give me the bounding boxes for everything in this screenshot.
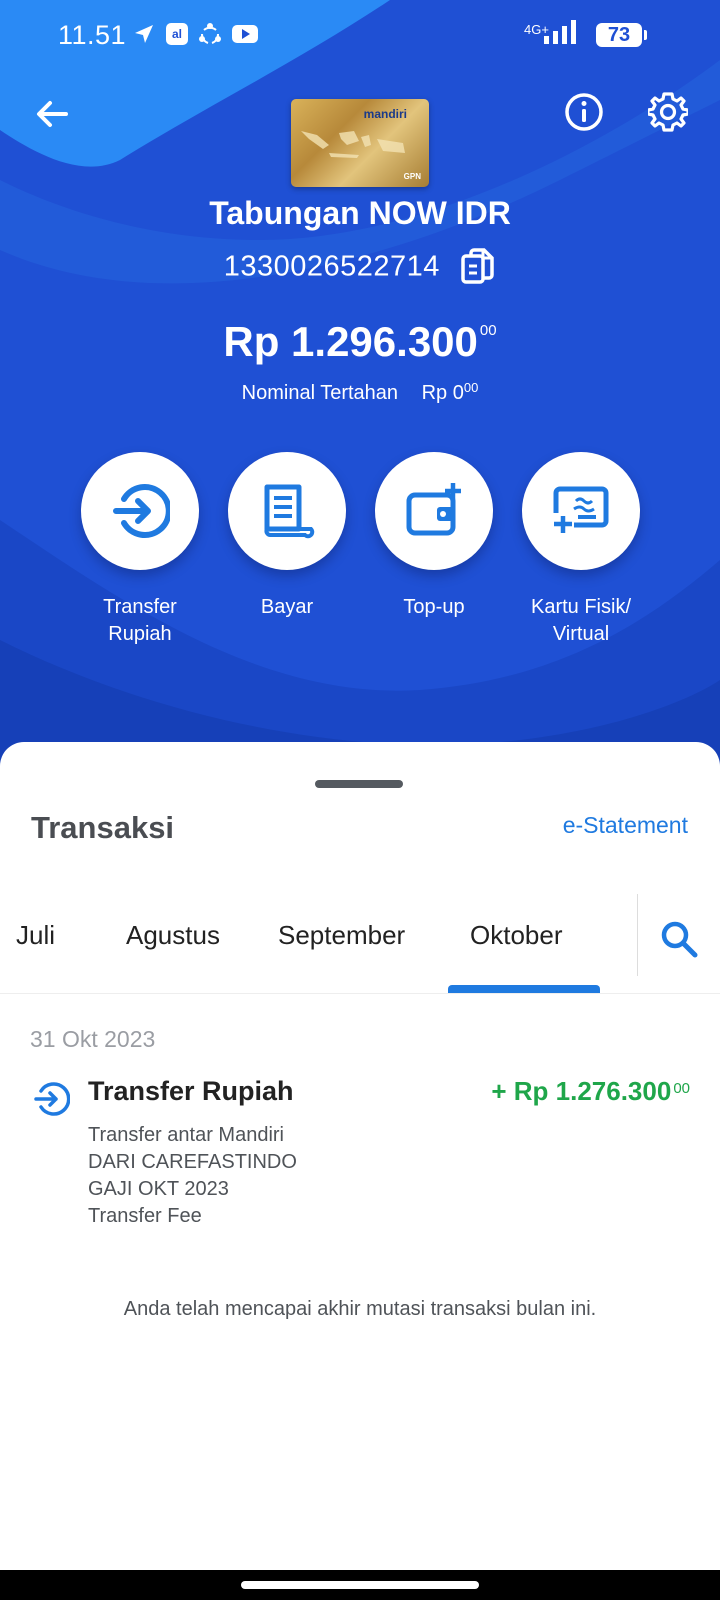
- action-circle[interactable]: [522, 452, 640, 570]
- gear-icon[interactable]: [648, 92, 688, 132]
- action-bayar[interactable]: Bayar: [212, 452, 362, 621]
- balance-cents: 00: [479, 322, 497, 339]
- status-bar: 11.51 al 4G+ 73: [0, 0, 720, 72]
- sync-icon: [199, 23, 221, 44]
- action-circle[interactable]: [228, 452, 346, 570]
- description-line: DARI CAREFASTINDO: [88, 1151, 297, 1173]
- card-add-icon: [552, 486, 609, 535]
- battery-indicator: 73: [596, 22, 647, 47]
- action-label: Top-up: [403, 596, 465, 618]
- info-icon[interactable]: [564, 92, 604, 132]
- tab-agustus[interactable]: Agustus: [126, 920, 220, 951]
- wallet-topup-icon: [406, 483, 461, 536]
- action-circle[interactable]: [81, 452, 199, 570]
- active-tab-indicator: [448, 985, 600, 993]
- debit-card-image: mandiri GPN: [291, 99, 429, 187]
- copy-icon[interactable]: [460, 248, 496, 286]
- location-arrow-icon: [135, 25, 153, 43]
- transaction-title: Transfer Rupiah: [88, 1076, 294, 1106]
- action-top-up[interactable]: Top-up: [359, 452, 509, 621]
- transaction-description: Transfer antar Mandiri DARI CAREFASTINDO…: [88, 1122, 297, 1230]
- status-time: 11.51: [58, 20, 127, 50]
- indonesia-map-graphic: [301, 131, 405, 158]
- transfer-icon: [34, 1082, 70, 1116]
- tab-divider: [637, 894, 638, 976]
- end-of-list-note: Anda telah mencapai akhir mutasi transak…: [123, 1298, 597, 1320]
- signal-icon: [544, 20, 576, 44]
- account-name: Tabungan NOW IDR: [209, 195, 511, 231]
- system-navigation-bar: [0, 1570, 720, 1600]
- action-label: Transfer Rupiah: [103, 596, 177, 645]
- tab-september[interactable]: September: [278, 920, 405, 951]
- youtube-icon: [232, 25, 258, 43]
- sheet-drag-handle[interactable]: [315, 780, 403, 788]
- home-gesture-pill[interactable]: [241, 1581, 479, 1589]
- transactions-sheet: Transaksi e-Statement Juli Agustus Septe…: [0, 742, 720, 1600]
- transaction-date: 31 Okt 2023: [30, 1026, 156, 1052]
- action-kartu-fisik-virtual[interactable]: Kartu Fisik/ Virtual: [506, 452, 656, 648]
- account-header: 11.51 al 4G+ 73 mandiri GPN Tabungan NOW…: [0, 0, 720, 770]
- amount-cents: 00: [673, 1080, 690, 1097]
- e-statement-link[interactable]: e-Statement: [563, 812, 688, 839]
- held-label: Nominal Tertahan: [241, 382, 399, 404]
- action-transfer-rupiah[interactable]: Transfer Rupiah: [65, 452, 215, 648]
- app-notification-icon: al: [166, 23, 188, 45]
- transaction-amount: + Rp 1.276.300 00: [491, 1076, 690, 1107]
- card-brand-logo: mandiri: [363, 107, 407, 121]
- amount-value: + Rp 1.276.300: [491, 1076, 672, 1106]
- search-icon[interactable]: [660, 920, 698, 958]
- tab-oktober[interactable]: Oktober: [470, 920, 563, 951]
- description-line: GAJI OKT 2023: [88, 1178, 229, 1200]
- tabs-divider: [0, 993, 720, 994]
- account-number: 1330026522714: [223, 250, 440, 283]
- sheet-title: Transaksi: [31, 810, 175, 845]
- tab-juli[interactable]: Juli: [16, 920, 55, 951]
- card-network-logo: GPN: [403, 172, 421, 181]
- back-arrow-icon[interactable]: [30, 92, 74, 136]
- action-circle[interactable]: [375, 452, 493, 570]
- transaction-item[interactable]: Transfer Rupiah Transfer antar Mandiri D…: [0, 1070, 720, 1230]
- network-type: 4G+: [524, 22, 549, 37]
- description-line: Transfer antar Mandiri: [88, 1124, 284, 1146]
- account-balance: Rp 1.296.300 00: [0, 318, 720, 366]
- action-label: Bayar: [260, 596, 314, 618]
- bill-icon: [264, 484, 315, 539]
- month-tabs: Juli Agustus September Oktober: [0, 872, 720, 994]
- held-value-cents: 00: [463, 380, 479, 395]
- held-amount-row: Nominal Tertahan Rp 000: [0, 380, 720, 405]
- held-value-amount: Rp 0: [421, 382, 464, 404]
- transfer-icon: [113, 484, 170, 538]
- description-line: Transfer Fee: [88, 1205, 202, 1227]
- action-label: Kartu Fisik/ Virtual: [530, 596, 632, 645]
- account-number-row: 1330026522714: [0, 248, 720, 286]
- held-value: Rp 000: [421, 380, 479, 404]
- balance-amount: Rp 1.296.300: [223, 318, 478, 365]
